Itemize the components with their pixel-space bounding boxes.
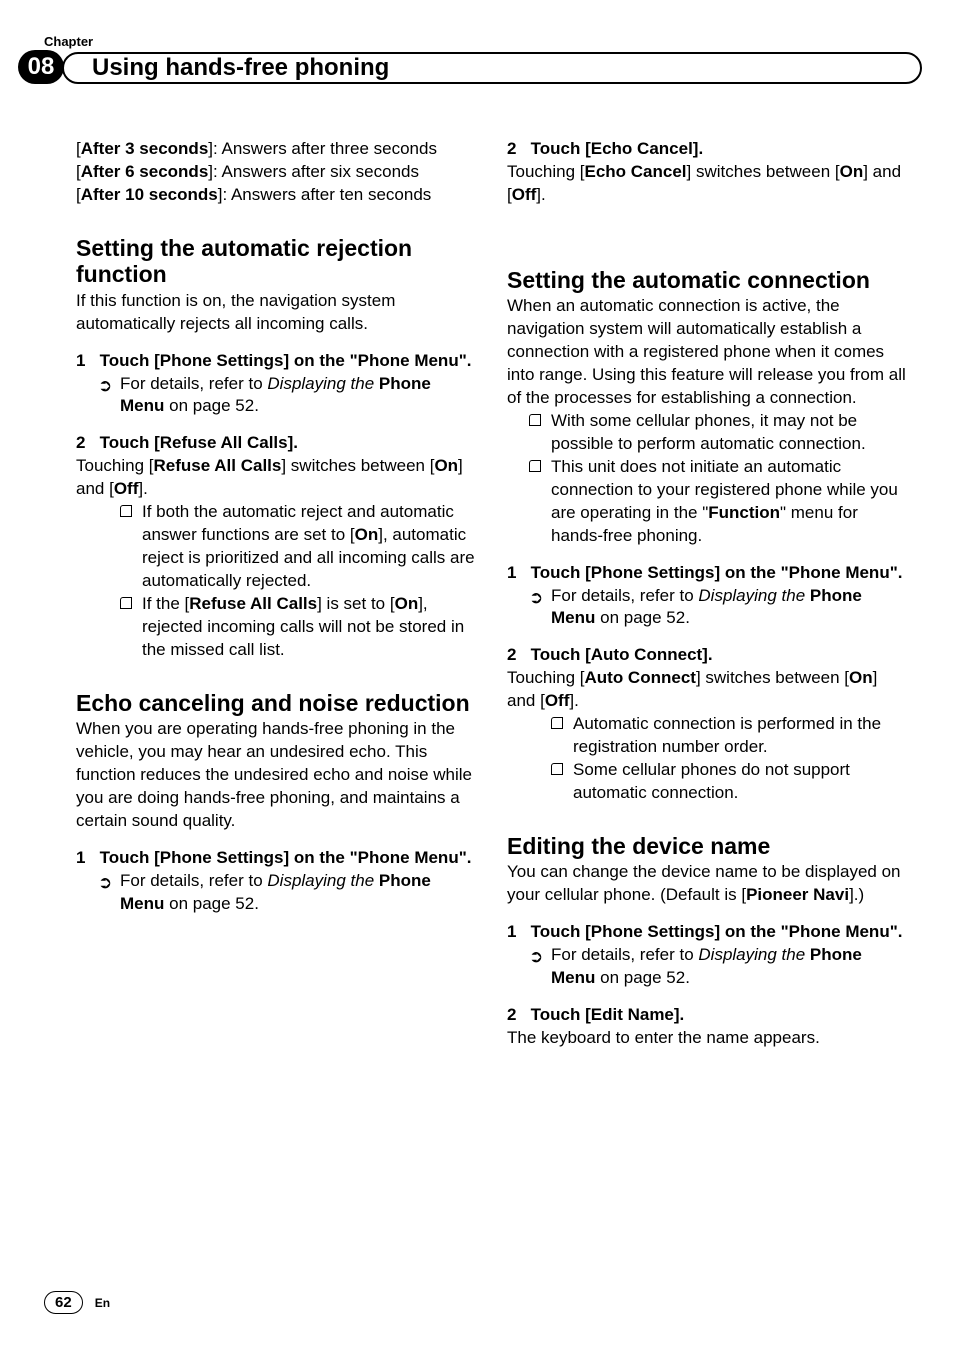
rejection-desc: If this function is on, the navigation s… (76, 290, 479, 336)
edit-step1: 1 Touch [Phone Settings] on the "Phone M… (507, 921, 910, 944)
bullet-icon (529, 414, 541, 426)
autoconn-sub-1: Automatic connection is performed in the… (507, 713, 910, 759)
autoconn-step1: 1 Touch [Phone Settings] on the "Phone M… (507, 562, 910, 585)
bullet-icon (551, 717, 563, 729)
arrow-icon: ➲ (98, 375, 112, 398)
edit-desc: You can change the device name to be dis… (507, 861, 910, 907)
edit-step2: 2 Touch [Edit Name]. (507, 1004, 910, 1027)
bullet-icon (551, 763, 563, 775)
after-3: [After 3 seconds]: Answers after three s… (76, 138, 479, 161)
autoconn-note-2: This unit does not initiate an automatic… (507, 456, 910, 548)
content: [After 3 seconds]: Answers after three s… (76, 138, 910, 1242)
echo-step2: 2 Touch [Echo Cancel]. (507, 138, 910, 161)
autoconn-step2: 2 Touch [Auto Connect]. (507, 644, 910, 667)
details-ref: ➲For details, refer to Displaying the Ph… (507, 585, 910, 631)
edit-heading: Editing the device name (507, 833, 910, 859)
edit-after: The keyboard to enter the name appears. (507, 1027, 910, 1050)
autoconn-desc: When an automatic connection is active, … (507, 295, 910, 410)
spacer (507, 207, 910, 267)
echo-heading: Echo canceling and noise reduction (76, 690, 479, 716)
chapter-label: Chapter (44, 34, 93, 49)
arrow-icon: ➲ (529, 587, 543, 610)
echo-step1: 1 Touch [Phone Settings] on the "Phone M… (76, 847, 479, 870)
rejection-note-2: If the [Refuse All Calls] is set to [On]… (76, 593, 479, 662)
details-ref: ➲For details, refer to Displaying the Ph… (507, 944, 910, 990)
rejection-toggle: Touching [Refuse All Calls] switches bet… (76, 455, 479, 501)
page-number: 62 (44, 1291, 83, 1314)
autoconn-sub-2: Some cellular phones do not support auto… (507, 759, 910, 805)
echo-toggle: Touching [Echo Cancel] switches between … (507, 161, 910, 207)
details-ref: ➲For details, refer to Displaying the Ph… (76, 870, 479, 916)
after-6: [After 6 seconds]: Answers after six sec… (76, 161, 479, 184)
bullet-icon (120, 597, 132, 609)
rejection-step1: 1 Touch [Phone Settings] on the "Phone M… (76, 350, 479, 373)
language-label: En (95, 1296, 110, 1310)
arrow-icon: ➲ (98, 872, 112, 895)
bullet-icon (120, 505, 132, 517)
autoconn-note-1: With some cellular phones, it may not be… (507, 410, 910, 456)
rejection-note-1: If both the automatic reject and automat… (76, 501, 479, 593)
footer: 62 En (44, 1291, 110, 1314)
bullet-icon (529, 460, 541, 472)
echo-desc: When you are operating hands-free phonin… (76, 718, 479, 833)
autoconn-toggle: Touching [Auto Connect] switches between… (507, 667, 910, 713)
arrow-icon: ➲ (529, 946, 543, 969)
title-bar: Using hands-free phoning (62, 52, 922, 84)
rejection-heading: Setting the automatic rejection function (76, 235, 479, 288)
page-title: Using hands-free phoning (92, 54, 389, 82)
rejection-step2: 2 Touch [Refuse All Calls]. (76, 432, 479, 455)
autoconn-heading: Setting the automatic connection (507, 267, 910, 293)
after-10: [After 10 seconds]: Answers after ten se… (76, 184, 479, 207)
chapter-badge: 08 (18, 50, 64, 84)
details-ref: ➲For details, refer to Displaying the Ph… (76, 373, 479, 419)
